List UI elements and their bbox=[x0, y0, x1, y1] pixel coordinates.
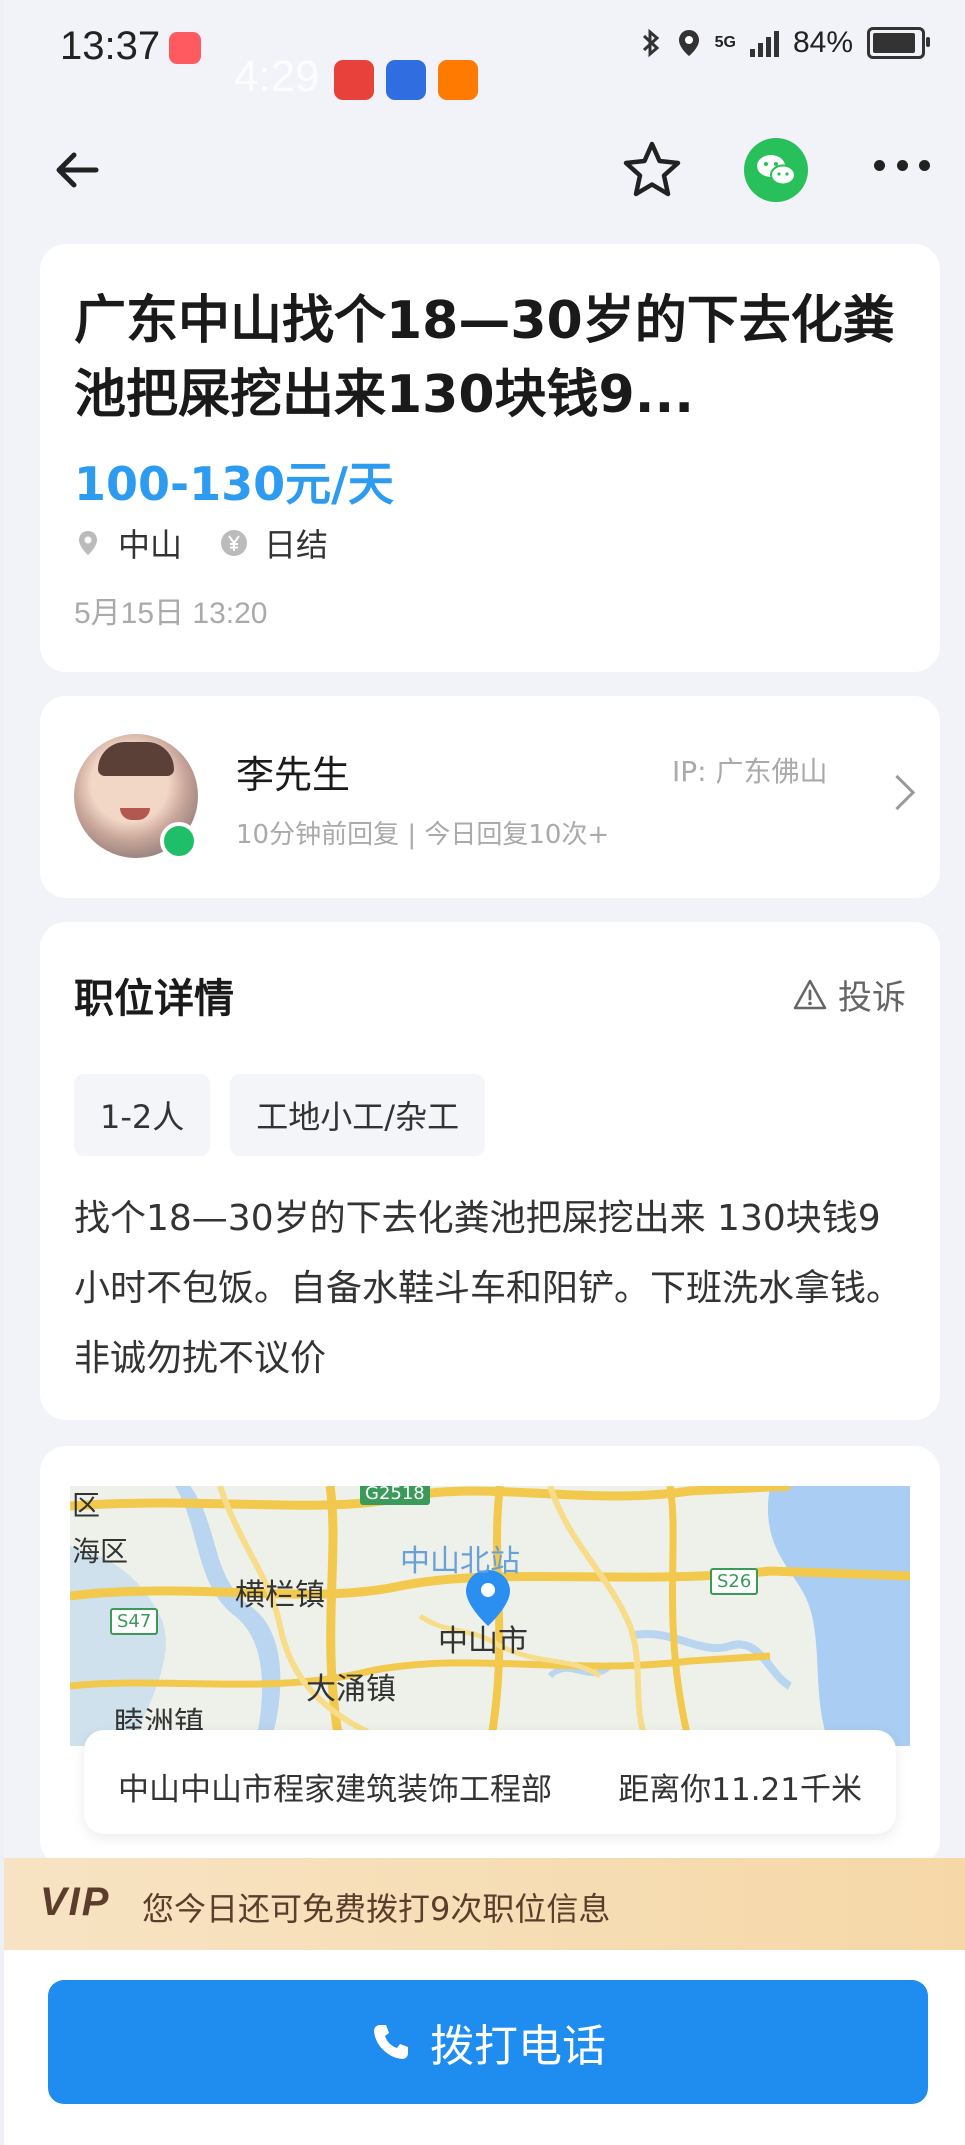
bluetooth-icon bbox=[642, 28, 659, 58]
employer-card[interactable]: 李先生 10分钟前回复 | 今日回复10次+ IP: 广东佛山 bbox=[40, 696, 940, 898]
battery-icon bbox=[867, 27, 930, 59]
huawei-app-icon bbox=[334, 60, 374, 100]
taobao-app-icon bbox=[438, 60, 478, 100]
chevron-right-icon bbox=[879, 774, 916, 811]
map-label-north-station: 中山北站 bbox=[400, 1544, 520, 1579]
online-status-dot bbox=[160, 822, 198, 860]
yuan-icon bbox=[221, 530, 248, 556]
map-label-city: 中山市 bbox=[438, 1624, 528, 1659]
app-notification-icon bbox=[169, 32, 201, 64]
map-address-bar[interactable]: 中山中山市程家建筑装饰工程部 距离你11.21千米 bbox=[84, 1730, 896, 1834]
job-details-card: 职位详情 投诉 1-2人 工地小工/杂工 找个18—30岁的下去化粪池把屎挖出来… bbox=[40, 922, 940, 1420]
call-button[interactable]: 拨打电话 bbox=[48, 1980, 928, 2104]
job-payment: 日结 bbox=[264, 526, 329, 564]
warning-icon bbox=[793, 979, 827, 1009]
report-button[interactable]: 投诉 bbox=[792, 970, 906, 1019]
security-app-icon bbox=[386, 60, 426, 100]
vip-logo: VIP bbox=[40, 1880, 111, 1924]
vip-text: 您今日还可免费拨打9次职位信息 bbox=[142, 1890, 611, 1928]
location-pin-icon bbox=[79, 531, 97, 555]
map-card: 区 海区 中山北站 横栏镇 中山市 大涌镇 睦洲镇 G2518 S47 S26 … bbox=[40, 1446, 940, 1866]
employer-ip: IP: 广东佛山 bbox=[672, 755, 828, 788]
location-map[interactable]: 区 海区 中山北站 横栏镇 中山市 大涌镇 睦洲镇 G2518 S47 S26 bbox=[70, 1486, 910, 1746]
signal-icon bbox=[749, 29, 779, 57]
job-date: 5月15日 13:20 bbox=[74, 597, 268, 630]
section-title: 职位详情 bbox=[74, 976, 234, 1022]
status-bar: 13:37 4:29 5G 84% bbox=[4, 0, 965, 101]
distance-label: 距离你11.21千米 bbox=[618, 1772, 862, 1808]
back-arrow-icon[interactable] bbox=[48, 140, 108, 200]
tag-job-type: 工地小工/杂工 bbox=[230, 1074, 486, 1156]
screen: 13:37 4:29 5G 84% 广东中山找个18—30岁的下去化粪池把屎挖出… bbox=[4, 0, 965, 2145]
status-time: 13:37 bbox=[60, 24, 161, 68]
more-options-icon[interactable] bbox=[874, 160, 930, 176]
phone-icon bbox=[374, 2025, 408, 2059]
job-tags: 1-2人 工地小工/杂工 bbox=[74, 1074, 486, 1156]
vip-banner[interactable]: VIP 您今日还可免费拨打9次职位信息 bbox=[4, 1858, 965, 1950]
map-road-s47: S47 bbox=[110, 1608, 159, 1635]
employer-reply-info: 10分钟前回复 | 今日回复10次+ bbox=[236, 820, 610, 850]
overlay-time: 4:29 bbox=[234, 52, 320, 101]
wechat-share-icon[interactable] bbox=[744, 138, 808, 202]
network-type: 5G bbox=[714, 34, 736, 51]
status-right: 5G 84% bbox=[639, 26, 930, 60]
job-description: 找个18—30岁的下去化粪池把屎挖出来 130块钱9小时不包饭。自备水鞋斗车和阳… bbox=[74, 1198, 903, 1379]
map-label-haiqu: 海区 bbox=[72, 1535, 129, 1568]
call-button-label: 拨打电话 bbox=[430, 2021, 606, 2072]
report-label: 投诉 bbox=[838, 978, 906, 1018]
employer-name: 李先生 bbox=[236, 753, 351, 797]
job-meta: 中山 日结 bbox=[74, 520, 328, 566]
map-label-datong: 大涌镇 bbox=[306, 1672, 396, 1707]
map-road-g2518: G2518 bbox=[360, 1486, 430, 1505]
location-icon bbox=[678, 30, 699, 56]
map-label-district: 区 bbox=[72, 1489, 101, 1522]
battery-percent: 84% bbox=[792, 26, 853, 59]
favorite-star-icon[interactable] bbox=[620, 138, 684, 202]
wechat-glyph-icon bbox=[757, 155, 796, 186]
company-address: 中山中山市程家建筑装饰工程部 bbox=[118, 1772, 552, 1808]
job-wage: 100-130元/天 bbox=[74, 457, 394, 511]
job-summary-card: 广东中山找个18—30岁的下去化粪池把屎挖出来130块钱9... 100-130… bbox=[40, 244, 940, 672]
bottom-bar: 拨打电话 bbox=[4, 1950, 965, 2145]
top-nav bbox=[4, 130, 965, 210]
map-label-henglan: 横栏镇 bbox=[235, 1578, 325, 1613]
map-road-s26: S26 bbox=[710, 1568, 759, 1595]
job-location: 中山 bbox=[118, 526, 183, 564]
job-title: 广东中山找个18—30岁的下去化粪池把屎挖出来130块钱9... bbox=[74, 291, 895, 425]
tag-headcount: 1-2人 bbox=[74, 1074, 211, 1156]
